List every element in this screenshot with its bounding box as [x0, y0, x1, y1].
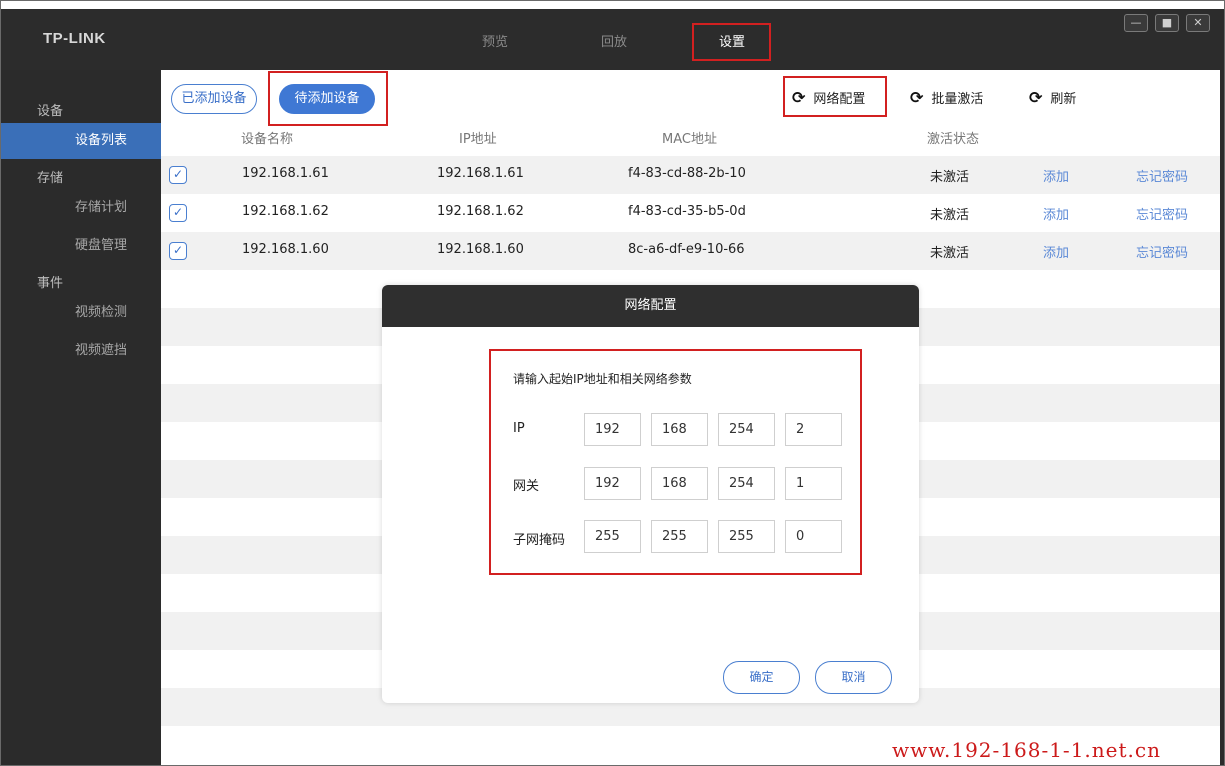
forgot-password-link[interactable]: 忘记密码 [1136, 204, 1188, 223]
column-header-ip[interactable]: IP地址 [459, 128, 497, 147]
minimize-icon[interactable]: — [1124, 14, 1148, 32]
device-name-cell: 192.168.1.60 [242, 242, 329, 257]
ip-cell: 192.168.1.61 [437, 166, 524, 181]
gateway-octet-1[interactable]: 192 [584, 467, 641, 500]
row-checkbox[interactable]: ✓ [169, 242, 187, 260]
sidebar: 设备 设备列表 存储 存储计划 硬盘管理 事件 视频检测 视频遮挡 [1, 70, 161, 765]
gateway-octet-3[interactable]: 254 [718, 467, 775, 500]
add-link[interactable]: 添加 [1043, 242, 1069, 261]
app-window: TP-LINK 预览 回放 设置 — ■ ✕ 设备 设备列表 存储 存储计划 硬… [0, 0, 1225, 766]
sidebar-group-event: 事件 [37, 276, 64, 291]
batch-activate-label: 批量激活 [931, 92, 984, 107]
pending-button-highlight [268, 71, 388, 126]
confirm-button[interactable]: 确定 [723, 661, 800, 694]
ip-octet-1[interactable]: 192 [584, 413, 641, 446]
ip-octet-2[interactable]: 168 [651, 413, 708, 446]
table-row[interactable]: ✓ 192.168.1.60 192.168.1.60 8c-a6-df-e9-… [161, 232, 1220, 270]
refresh-icon: ⟳ [1029, 88, 1043, 107]
sidebar-group-storage: 存储 [37, 171, 64, 186]
sidebar-item-storage-plan[interactable]: 存储计划 [1, 190, 161, 226]
sidebar-item-video-tamper[interactable]: 视频遮挡 [1, 333, 161, 369]
ip-cell: 192.168.1.60 [437, 242, 524, 257]
column-header-name[interactable]: 设备名称 [241, 128, 293, 147]
network-config-dialog: 网络配置 请输入起始IP地址和相关网络参数 IP 192 168 254 2 网… [382, 285, 919, 703]
sidebar-item-device-list[interactable]: 设备列表 [1, 123, 161, 159]
sidebar-item-disk-management[interactable]: 硬盘管理 [1, 228, 161, 264]
gateway-label: 网关 [513, 479, 540, 494]
maximize-icon[interactable]: ■ [1155, 14, 1179, 32]
mask-octet-2[interactable]: 255 [651, 520, 708, 553]
settings-tab-highlight [692, 23, 771, 61]
status-cell: 未激活 [930, 170, 970, 185]
ip-cell: 192.168.1.62 [437, 204, 524, 219]
dialog-title: 网络配置 [382, 285, 919, 327]
sidebar-item-video-detection[interactable]: 视频检测 [1, 295, 161, 331]
top-strip [1, 1, 1224, 9]
cancel-button[interactable]: 取消 [815, 661, 892, 694]
row-checkbox[interactable]: ✓ [169, 204, 187, 222]
subnet-mask-label: 子网掩码 [513, 533, 566, 548]
status-cell: 未激活 [930, 246, 970, 261]
mac-cell: f4-83-cd-88-2b-10 [628, 166, 746, 181]
row-checkbox[interactable]: ✓ [169, 166, 187, 184]
ip-octet-3[interactable]: 254 [718, 413, 775, 446]
close-icon[interactable]: ✕ [1186, 14, 1210, 32]
table-row[interactable]: ✓ 192.168.1.62 192.168.1.62 f4-83-cd-35-… [161, 194, 1220, 232]
refresh-label: 刷新 [1050, 92, 1077, 107]
column-header-status[interactable]: 激活状态 [927, 128, 979, 147]
mac-cell: f4-83-cd-35-b5-0d [628, 204, 746, 219]
status-cell: 未激活 [930, 208, 970, 223]
column-header-mac[interactable]: MAC地址 [662, 128, 717, 147]
table-row[interactable]: ✓ 192.168.1.61 192.168.1.61 f4-83-cd-88-… [161, 156, 1220, 194]
tab-preview[interactable]: 预览 [482, 31, 508, 50]
device-name-cell: 192.168.1.62 [242, 204, 329, 219]
ip-label: IP [513, 421, 525, 436]
device-name-cell: 192.168.1.61 [242, 166, 329, 181]
refresh-icon: ⟳ [910, 88, 924, 107]
added-devices-button[interactable]: 已添加设备 [171, 84, 257, 114]
forgot-password-link[interactable]: 忘记密码 [1136, 242, 1188, 261]
mask-octet-3[interactable]: 255 [718, 520, 775, 553]
ip-octet-4[interactable]: 2 [785, 413, 842, 446]
refresh-button[interactable]: ⟳ 刷新 [1029, 88, 1076, 107]
add-link[interactable]: 添加 [1043, 166, 1069, 185]
watermark: www.192-168-1-1.net.cn [892, 738, 1161, 762]
mask-octet-1[interactable]: 255 [584, 520, 641, 553]
batch-activate-button[interactable]: ⟳ 批量激活 [910, 88, 983, 107]
tab-playback[interactable]: 回放 [601, 31, 627, 50]
mac-cell: 8c-a6-df-e9-10-66 [628, 242, 745, 257]
gateway-octet-4[interactable]: 1 [785, 467, 842, 500]
right-edge-strip [1220, 70, 1224, 765]
title-bar: TP-LINK 预览 回放 设置 — ■ ✕ [1, 9, 1224, 70]
mask-octet-4[interactable]: 0 [785, 520, 842, 553]
add-link[interactable]: 添加 [1043, 204, 1069, 223]
forgot-password-link[interactable]: 忘记密码 [1136, 166, 1188, 185]
network-config-highlight [783, 76, 887, 117]
dialog-prompt: 请输入起始IP地址和相关网络参数 [513, 372, 692, 386]
gateway-octet-2[interactable]: 168 [651, 467, 708, 500]
sidebar-group-device: 设备 [37, 104, 64, 119]
app-logo: TP-LINK [43, 30, 106, 47]
